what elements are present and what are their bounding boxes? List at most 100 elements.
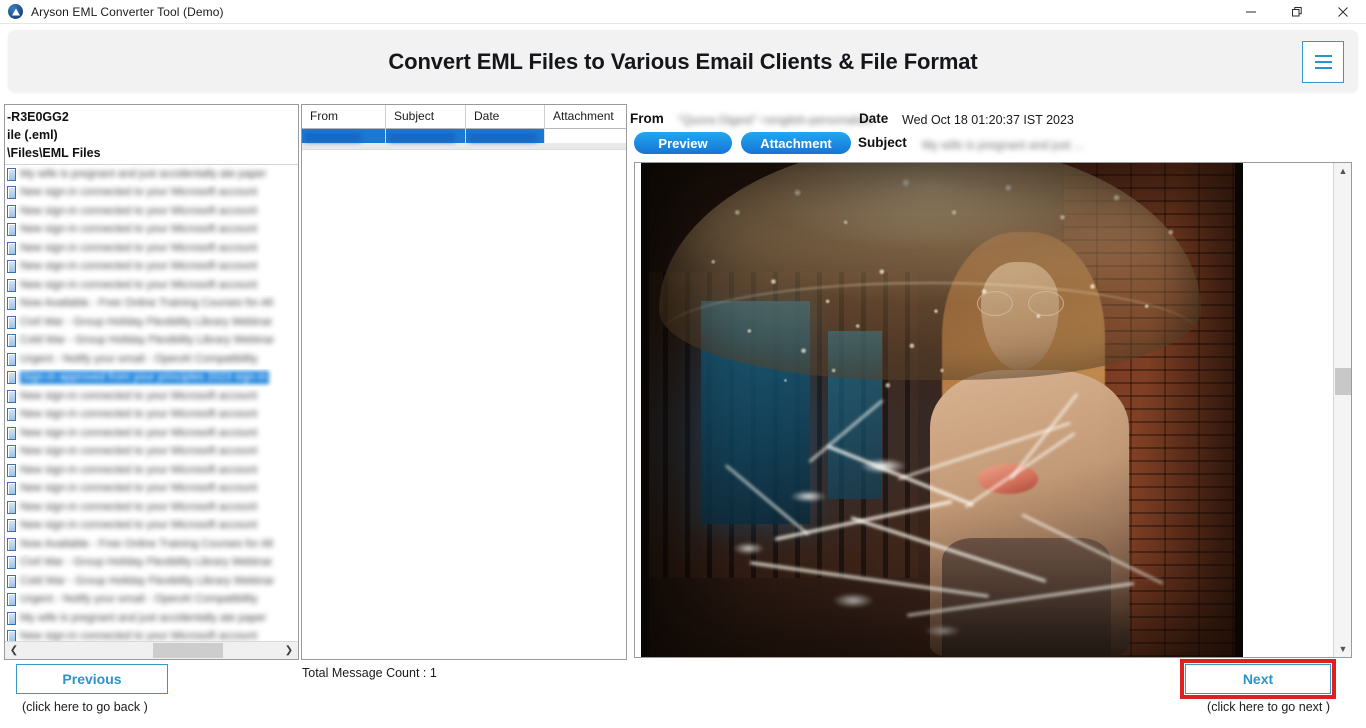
list-item[interactable]: My wife is pregnant and just accidentall… (5, 609, 298, 628)
document-file-icon (7, 611, 16, 625)
tree-header-line-1: ile (.eml) (7, 128, 58, 142)
list-item[interactable]: Now Available - Free Online Training Cou… (5, 295, 298, 314)
previous-hint: (click here to go back ) (22, 700, 148, 714)
list-item-label: New sign-in connected to your Microsoft … (20, 426, 258, 439)
message-list-panel[interactable]: From Subject Date Attachment (301, 104, 627, 660)
file-tree-list[interactable]: My wife is pregnant and just accidentall… (5, 165, 298, 659)
window-controls (1228, 0, 1366, 24)
list-item-label: New sign-in connected to your Microsoft … (20, 500, 258, 513)
document-file-icon (7, 241, 16, 255)
tab-attachment[interactable]: Attachment (741, 132, 851, 154)
previous-button[interactable]: Previous (16, 664, 168, 694)
file-tree-panel[interactable]: -R3E0GG2 ile (.eml) \Files\EML Files My … (4, 104, 299, 660)
list-item-label: New sign-in connected to your Microsoft … (20, 241, 258, 254)
subject-value: My wife is pregnant and just ... (922, 138, 1085, 152)
list-item[interactable]: Cold War - Group Holiday Flexibility Lib… (5, 572, 298, 591)
list-item-label: New sign-in connected to your Microsoft … (20, 463, 258, 476)
list-item[interactable]: Sign-in approved from your principles 20… (5, 369, 298, 388)
document-file-icon (7, 186, 16, 200)
tree-header-line-2: \Files\EML Files (7, 146, 101, 160)
document-file-icon (7, 352, 16, 366)
list-item[interactable]: Cold War - Group Holiday Flexibility Lib… (5, 332, 298, 351)
tree-horizontal-scrollbar[interactable]: ❮ ❯ (5, 641, 298, 659)
tree-header: -R3E0GG2 ile (.eml) \Files\EML Files (5, 105, 298, 165)
list-item-label: New sign-in connected to your Microsoft … (20, 519, 258, 532)
date-value: Wed Oct 18 01:20:37 IST 2023 (902, 113, 1074, 127)
list-item-label: Cold War - Group Holiday Flexibility Lib… (20, 574, 275, 587)
chevron-left-icon[interactable]: ❮ (5, 642, 23, 659)
document-file-icon (7, 371, 16, 385)
list-item[interactable]: New sign-in connected to your Microsoft … (5, 184, 298, 203)
list-item[interactable]: New sign-in connected to your Microsoft … (5, 202, 298, 221)
cell-from (302, 129, 386, 143)
message-preview-panel: From "Quora Digest" <english-personalize… (630, 104, 1362, 660)
message-list-body (302, 143, 626, 150)
restore-icon[interactable] (1274, 0, 1320, 24)
cell-date (466, 129, 545, 143)
document-file-icon (7, 389, 16, 403)
column-header-from[interactable]: From (302, 105, 386, 129)
list-item-label: Urgent - Notify your email - OpenAI Comp… (20, 352, 258, 365)
list-item[interactable]: New sign-in connected to your Microsoft … (5, 517, 298, 536)
next-button[interactable]: Next (1185, 664, 1331, 694)
list-item[interactable]: New sign-in connected to your Microsoft … (5, 443, 298, 462)
list-item[interactable]: New sign-in connected to your Microsoft … (5, 387, 298, 406)
document-file-icon (7, 278, 16, 292)
list-item[interactable]: New sign-in connected to your Microsoft … (5, 480, 298, 499)
list-item-label: New sign-in connected to your Microsoft … (20, 223, 258, 236)
column-header-date[interactable]: Date (466, 105, 545, 129)
titlebar-left: Aryson EML Converter Tool (Demo) (0, 4, 224, 19)
list-item[interactable]: Civil War - Group Holiday Flexibility Li… (5, 313, 298, 332)
window-titlebar: Aryson EML Converter Tool (Demo) (0, 0, 1366, 24)
list-item[interactable]: New sign-in connected to your Microsoft … (5, 461, 298, 480)
list-item[interactable]: Urgent - Notify your email - OpenAI Comp… (5, 591, 298, 610)
tree-hscroll-track[interactable] (23, 642, 280, 659)
list-item-label: Now Available - Free Online Training Cou… (20, 537, 273, 550)
chevron-right-icon[interactable]: ❯ (280, 642, 298, 659)
tab-preview[interactable]: Preview (634, 132, 732, 154)
chevron-down-icon[interactable]: ▼ (1334, 641, 1351, 657)
list-item[interactable]: Now Available - Free Online Training Cou… (5, 535, 298, 554)
chevron-up-icon[interactable]: ▲ (1334, 163, 1351, 179)
list-item[interactable]: New sign-in connected to your Microsoft … (5, 239, 298, 258)
list-item-label: New sign-in connected to your Microsoft … (20, 186, 258, 199)
column-header-subject[interactable]: Subject (386, 105, 466, 129)
attachment-image (641, 163, 1243, 657)
list-item-label: My wife is pregnant and just accidentall… (20, 167, 267, 180)
total-message-count: Total Message Count : 1 (302, 666, 437, 680)
list-item[interactable]: Urgent - Notify your email - OpenAI Comp… (5, 350, 298, 369)
preview-meta-row: From "Quora Digest" <english-personalize… (630, 104, 1362, 130)
hamburger-menu-button[interactable] (1302, 41, 1344, 83)
preview-vscroll-thumb[interactable] (1335, 368, 1351, 395)
list-item[interactable]: New sign-in connected to your Microsoft … (5, 498, 298, 517)
aryson-logo-icon (8, 4, 23, 19)
tree-hscroll-thumb[interactable] (153, 643, 223, 658)
list-item[interactable]: New sign-in connected to your Microsoft … (5, 406, 298, 425)
footer-bar: Previous (click here to go back ) Total … (0, 659, 1366, 728)
preview-vertical-scrollbar[interactable]: ▲ ▼ (1333, 163, 1351, 657)
tree-header-line-0: -R3E0GG2 (7, 110, 69, 124)
list-item[interactable]: Civil War - Group Holiday Flexibility Li… (5, 554, 298, 573)
page-header: Convert EML Files to Various Email Clien… (8, 30, 1358, 92)
date-label: Date (859, 111, 889, 126)
list-item[interactable]: New sign-in connected to your Microsoft … (5, 221, 298, 240)
list-item[interactable]: New sign-in connected to your Microsoft … (5, 276, 298, 295)
cell-subject (386, 129, 466, 143)
cell-attachment (545, 129, 626, 143)
list-item[interactable]: New sign-in connected to your Microsoft … (5, 424, 298, 443)
main-panels: -R3E0GG2 ile (.eml) \Files\EML Files My … (0, 104, 1366, 660)
list-item[interactable]: My wife is pregnant and just accidentall… (5, 165, 298, 184)
document-file-icon (7, 574, 16, 588)
column-header-attachment[interactable]: Attachment (545, 105, 626, 129)
list-item-label: Civil War - Group Holiday Flexibility Li… (20, 315, 273, 328)
list-item-label: My wife is pregnant and just accidentall… (20, 611, 267, 624)
document-file-icon (7, 334, 16, 348)
attachment-viewer[interactable]: ▲ ▼ (634, 162, 1352, 658)
document-file-icon (7, 297, 16, 311)
document-file-icon (7, 482, 16, 496)
list-item[interactable]: New sign-in connected to your Microsoft … (5, 258, 298, 277)
minimize-icon[interactable] (1228, 0, 1274, 24)
table-row[interactable] (302, 129, 626, 143)
close-icon[interactable] (1320, 0, 1366, 24)
document-file-icon (7, 204, 16, 218)
